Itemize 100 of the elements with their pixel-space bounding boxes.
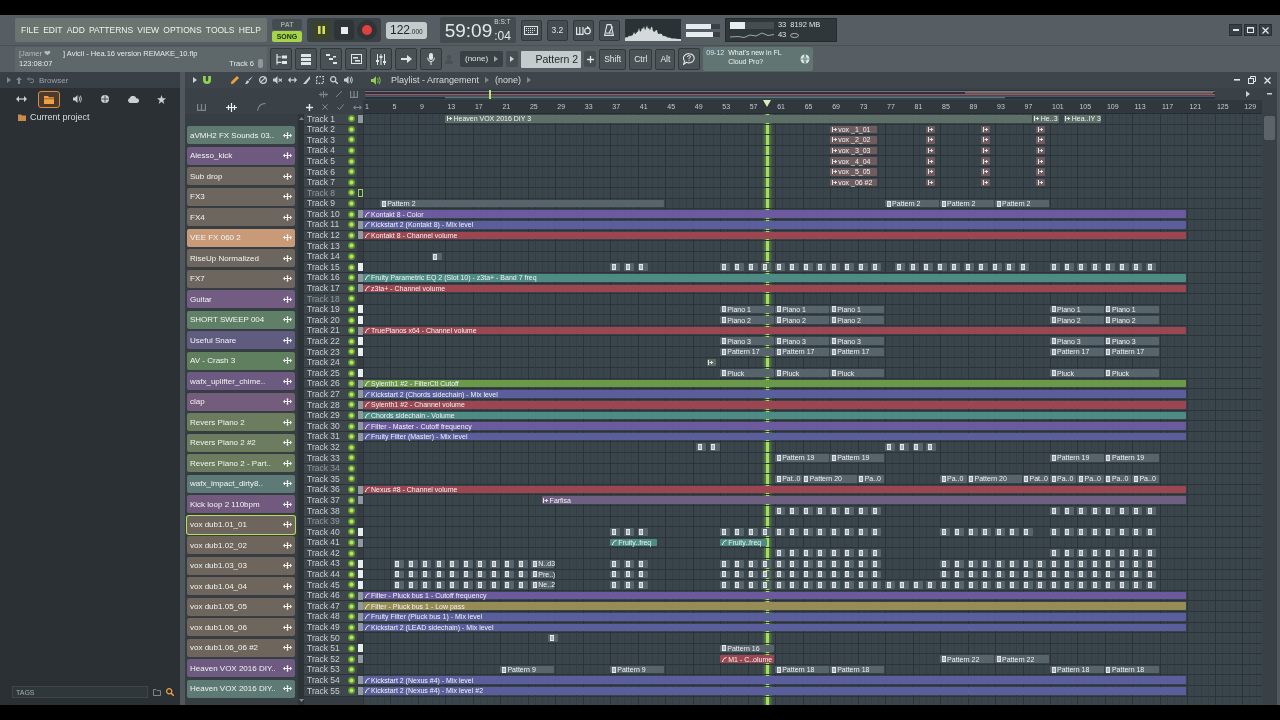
picker-item[interactable]: vox dub1.05_05: [187, 597, 295, 616]
menu-item[interactable]: PATTERNS: [89, 25, 134, 35]
track-name[interactable]: Track 23: [307, 347, 340, 357]
pattern-clip[interactable]: [610, 559, 621, 568]
track-name[interactable]: Track 2: [307, 125, 336, 134]
pattern-clip[interactable]: [967, 528, 978, 536]
track-name[interactable]: Track 34: [307, 464, 340, 473]
countdown-button[interactable]: 3.2: [546, 19, 568, 41]
modifier-key-button[interactable]: Ctrl: [629, 48, 653, 70]
pattern-clip[interactable]: [843, 581, 854, 589]
picker-item[interactable]: Alesso_kick: [187, 146, 295, 165]
led-icon[interactable]: [348, 602, 355, 610]
pattern-clip[interactable]: [1091, 263, 1102, 271]
pattern-clip[interactable]: [1063, 528, 1074, 536]
track-header[interactable]: Track 55: [304, 686, 357, 696]
led-icon[interactable]: [348, 592, 355, 599]
pattern-clip[interactable]: [1104, 549, 1115, 557]
led-icon[interactable]: [348, 380, 355, 388]
pattern-clip[interactable]: [1132, 581, 1143, 589]
speaker-icon[interactable]: [344, 76, 353, 84]
marker-icon[interactable]: [357, 644, 363, 653]
audio-clip[interactable]: [981, 157, 990, 165]
pattern-clip[interactable]: [747, 559, 758, 568]
track-name[interactable]: Track 32: [307, 442, 340, 452]
pattern-clip[interactable]: [802, 559, 813, 568]
pattern-clip[interactable]: [624, 559, 635, 568]
pattern-clip[interactable]: [476, 559, 487, 568]
pattern-clip[interactable]: [775, 528, 786, 536]
pattern-clip[interactable]: [747, 581, 758, 589]
toolbar-button[interactable]: [345, 48, 367, 70]
slash-icon[interactable]: [336, 91, 342, 97]
led-icon[interactable]: [348, 147, 355, 155]
modifier-key-button[interactable]: Alt: [655, 48, 676, 70]
pattern-clip[interactable]: [1146, 559, 1157, 568]
magnet-icon[interactable]: [203, 76, 211, 84]
comb-icon[interactable]: [350, 90, 358, 98]
track-header[interactable]: Track 38: [304, 505, 357, 516]
track-name[interactable]: Track 33: [307, 453, 340, 463]
pattern-clip[interactable]: [1104, 570, 1115, 579]
led-icon[interactable]: [348, 316, 355, 324]
track-name[interactable]: Track 37: [307, 495, 340, 505]
pattern-clip[interactable]: [624, 570, 635, 579]
pattern-clip[interactable]: [462, 581, 473, 589]
pattern-clip[interactable]: [1091, 528, 1102, 536]
toolbar-button[interactable]: [395, 48, 417, 70]
track-name[interactable]: Track 22: [307, 337, 340, 346]
track-name[interactable]: Track 40: [307, 527, 340, 537]
track-header[interactable]: Track 50: [304, 633, 357, 643]
track-name[interactable]: Track 16: [307, 273, 340, 282]
pattern-clip[interactable]: [912, 443, 923, 451]
track-header[interactable]: Track 41: [304, 537, 357, 548]
pattern-clip[interactable]: [503, 570, 514, 579]
magnifier-icon[interactable]: [330, 76, 338, 84]
pattern-clip[interactable]: [1091, 581, 1102, 589]
scroll-right-button[interactable]: [1246, 91, 1250, 97]
pattern-clip[interactable]: [1063, 263, 1074, 271]
pattern-clip[interactable]: [1118, 570, 1129, 579]
caret-icon[interactable]: [7, 77, 11, 83]
picker-item[interactable]: SHORT SWEEP 004: [187, 310, 295, 329]
pattern-clip[interactable]: [1036, 581, 1047, 589]
marker-icon[interactable]: [357, 602, 363, 611]
pattern-clip[interactable]: [1132, 506, 1143, 515]
track-name[interactable]: Track 21: [307, 326, 340, 335]
pattern-clip[interactable]: [775, 559, 786, 568]
pattern-clip[interactable]: [1091, 506, 1102, 515]
track-name[interactable]: Track 26: [307, 379, 340, 388]
pattern-clip[interactable]: [637, 528, 648, 536]
track-header[interactable]: Track 28: [304, 400, 357, 410]
pattern-menu-button[interactable]: [506, 51, 519, 67]
track-header[interactable]: Track 49: [304, 622, 357, 633]
pattern-clip[interactable]: [720, 581, 731, 589]
pattern-clip[interactable]: [1146, 506, 1157, 515]
pattern-clip[interactable]: [871, 570, 882, 579]
caret-icon[interactable]: [193, 77, 197, 83]
pattern-clip[interactable]: [995, 581, 1005, 589]
pattern-clip[interactable]: [696, 443, 707, 451]
track-name[interactable]: Track 18: [307, 294, 340, 304]
pattern-clip[interactable]: [490, 570, 501, 579]
pattern-clip[interactable]: [476, 581, 487, 589]
led-icon[interactable]: [348, 570, 355, 578]
pattern-clip[interactable]: [393, 559, 404, 568]
pattern-clip[interactable]: [857, 263, 868, 271]
audio-clip[interactable]: [981, 146, 990, 155]
track-header[interactable]: Track 16: [304, 272, 357, 283]
marker-icon[interactable]: [357, 400, 363, 409]
led-icon[interactable]: [348, 422, 355, 430]
track-name[interactable]: Track 39: [307, 517, 340, 526]
pattern-clip[interactable]: [830, 549, 841, 557]
pattern-clip[interactable]: [1036, 570, 1047, 579]
pattern-clip[interactable]: [517, 581, 528, 589]
pattern-clip[interactable]: [830, 581, 841, 589]
pattern-clip[interactable]: [720, 559, 731, 568]
marker-icon[interactable]: [357, 326, 363, 335]
pattern-clip[interactable]: [909, 263, 920, 271]
track-name[interactable]: Track 1: [307, 114, 336, 124]
marker-icon[interactable]: [357, 369, 363, 378]
pattern-clip[interactable]: [733, 581, 744, 589]
pattern-clip[interactable]: [788, 581, 799, 589]
minimize-button[interactable]: [1229, 24, 1242, 36]
pattern-clip[interactable]: [830, 559, 841, 568]
